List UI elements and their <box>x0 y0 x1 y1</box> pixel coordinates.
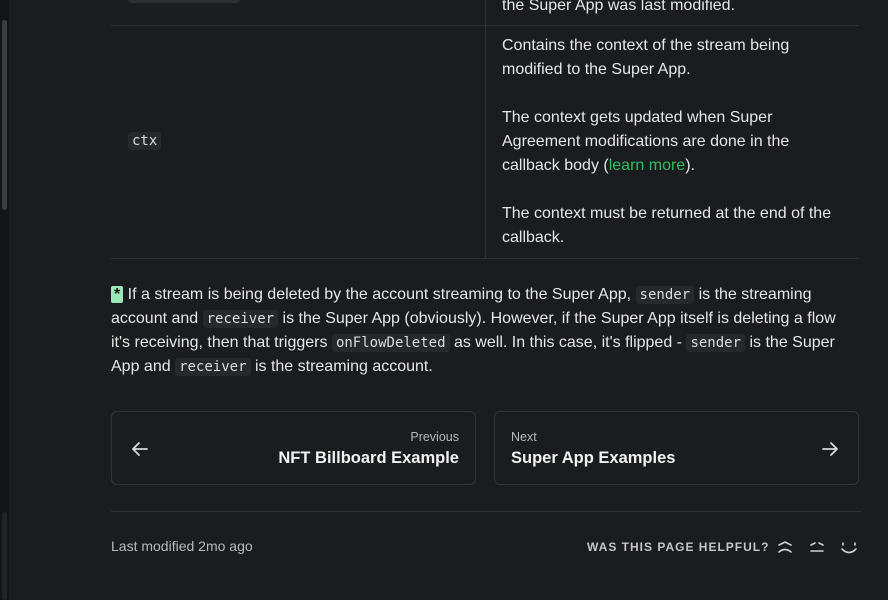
last-modified: Last modified 2mo ago <box>111 538 253 554</box>
previous-page-card[interactable]: Previous NFT Billboard Example <box>111 411 476 485</box>
note-text: If a stream is being deleted by the acco… <box>123 286 636 303</box>
inline-code: sender <box>686 334 746 352</box>
happy-face-icon[interactable] <box>839 538 859 558</box>
inline-code: receiver <box>202 310 279 328</box>
next-page-card[interactable]: Next Super App Examples <box>494 411 859 485</box>
inline-code: onFlowDeleted <box>331 334 450 352</box>
scrollbar-thumb[interactable] <box>2 20 7 210</box>
inline-code: sender <box>635 286 695 304</box>
next-title: Super App Examples <box>511 449 676 467</box>
footnote: * If a stream is being deleted by the ac… <box>111 283 856 379</box>
prev-param-code <box>128 0 240 3</box>
arrow-left-icon <box>132 442 148 456</box>
table-bottom-border <box>111 258 859 259</box>
ctx-desc-2: The context gets updated when Super Agre… <box>502 106 842 178</box>
scrollbar[interactable] <box>0 0 9 600</box>
ctx-desc-1: Contains the context of the stream being… <box>502 37 790 78</box>
note-text: is the streaming account. <box>250 358 433 375</box>
ctx-desc-2-post: ). <box>685 157 695 174</box>
scrollbar-lower-track <box>2 512 7 600</box>
sad-face-icon[interactable] <box>775 538 795 558</box>
ctx-param-code: ctx <box>128 132 162 150</box>
note-text: as well. In this case, it's flipped - <box>449 334 687 351</box>
next-label: Next <box>511 430 537 444</box>
table-column-divider <box>485 0 486 258</box>
learn-more-link[interactable]: learn more <box>609 157 685 174</box>
inline-code: receiver <box>175 358 251 376</box>
previous-label: Previous <box>410 430 459 444</box>
helpful-question: WAS THIS PAGE HELPFUL? <box>587 540 770 554</box>
asterisk-marker: * <box>111 286 124 303</box>
neutral-face-icon[interactable] <box>807 538 827 558</box>
arrow-right-icon <box>822 442 838 456</box>
footer-divider <box>111 511 861 512</box>
previous-title: NFT Billboard Example <box>278 449 459 467</box>
prev-row-description: the Super App was last modified. <box>502 0 736 14</box>
ctx-desc-3: The context must be returned at the end … <box>502 205 832 246</box>
